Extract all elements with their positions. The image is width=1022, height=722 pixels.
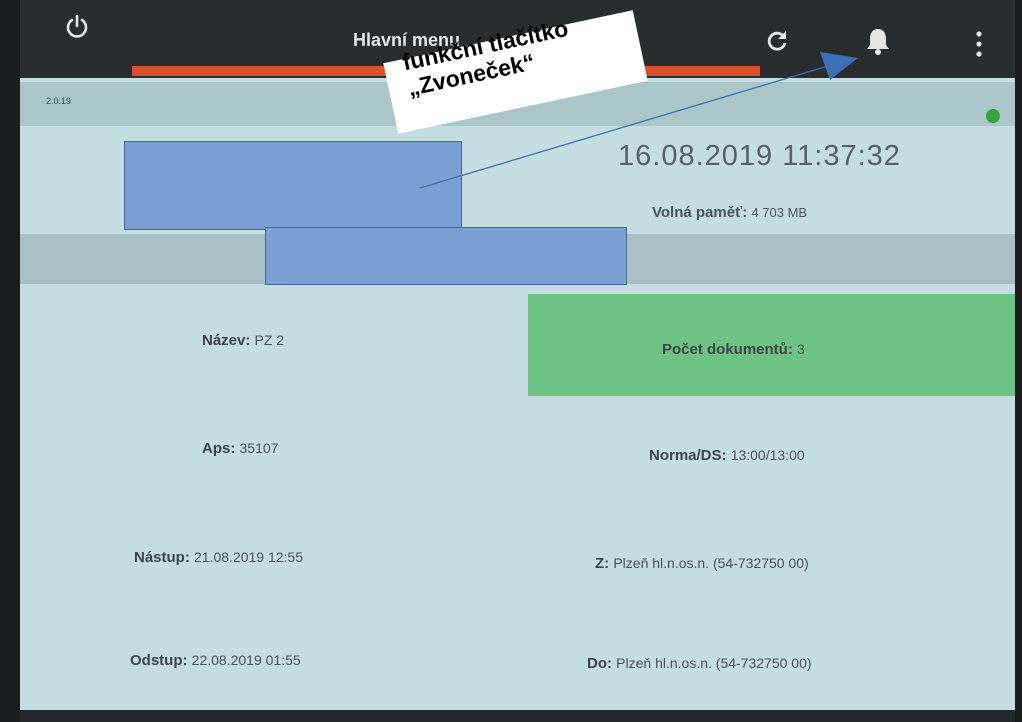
- annotation-arrow: [419, 52, 858, 189]
